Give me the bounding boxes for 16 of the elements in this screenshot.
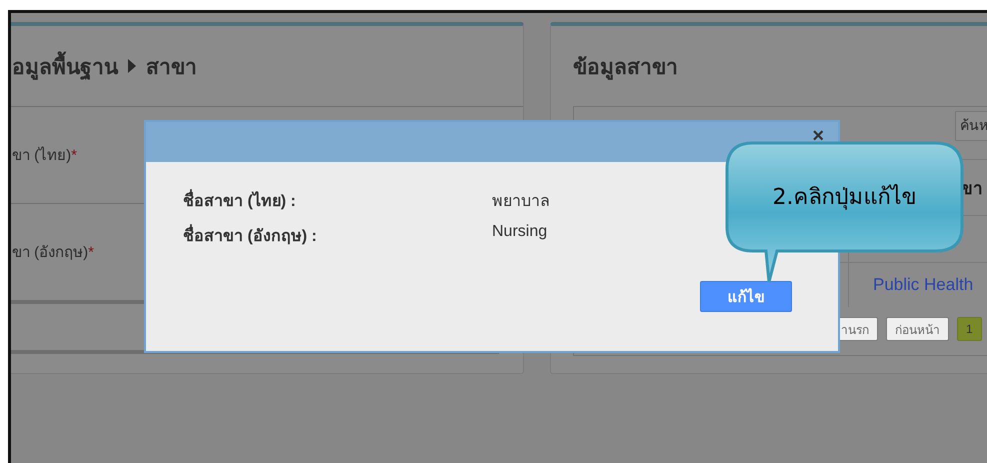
page-button[interactable]: ก่อนหน้า xyxy=(886,317,949,341)
breadcrumb-text: อมูลพื้นฐาน xyxy=(12,50,118,82)
table-link[interactable]: Public Health xyxy=(873,275,974,295)
detail-value: Nursing xyxy=(492,223,548,242)
edit-button[interactable]: แก้ไข xyxy=(700,281,792,312)
detail-label: ชื่อสาขา (อังกฤษ) : xyxy=(183,223,492,248)
callout-text: 2.คลิกปุ่มแก้ไข xyxy=(772,185,916,210)
detail-label: ชื่อสาขา (ไทย) : xyxy=(183,188,492,213)
field-label: ขา (อังกฤษ)* xyxy=(12,243,94,263)
field-label: ขา (ไทย)* xyxy=(12,146,78,166)
search-field[interactable]: ค้นห xyxy=(955,111,987,141)
page-button[interactable]: 1 xyxy=(957,317,982,341)
caret-icon xyxy=(128,59,136,73)
panel-title: ข้อมูลสาขา xyxy=(573,54,678,82)
close-button[interactable]: × xyxy=(812,126,824,146)
breadcrumb-current: สาขา xyxy=(146,54,197,80)
